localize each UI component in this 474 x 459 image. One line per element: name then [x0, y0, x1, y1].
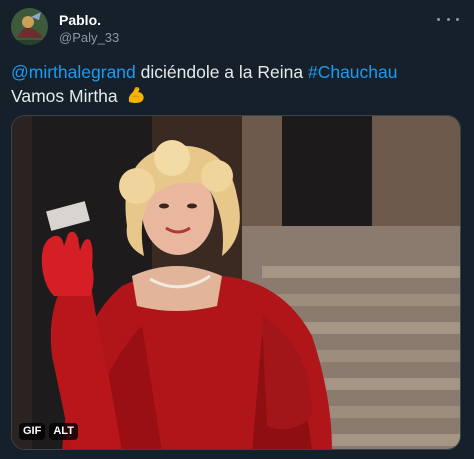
tweet-text: @mirthalegrand diciéndole a la Reina #Ch… — [11, 60, 463, 111]
dot — [446, 17, 450, 21]
flexed-biceps-icon — [126, 85, 146, 111]
tweet-text-line-2: Vamos Mirtha — [11, 84, 463, 111]
tweet-header: Pablo. @Paly_33 — [11, 8, 463, 48]
tweet-text-line-1: @mirthalegrand diciéndole a la Reina #Ch… — [11, 60, 463, 84]
avatar[interactable] — [11, 8, 48, 45]
alt-badge[interactable]: ALT — [49, 423, 78, 440]
author-names: Pablo. @Paly_33 — [59, 11, 119, 47]
tweet-text-body: diciéndole a la Reina — [135, 62, 308, 82]
gif-frame — [12, 116, 460, 449]
mention-link[interactable]: @mirthalegrand — [11, 62, 136, 82]
dot — [456, 17, 459, 21]
tweet-text-line2: Vamos Mirtha — [11, 86, 118, 106]
dot — [437, 17, 440, 21]
hashtag-link[interactable]: #Chauchau — [308, 62, 398, 82]
display-name[interactable]: Pablo. — [59, 11, 119, 29]
avatar-image — [11, 8, 48, 45]
gif-badge: GIF — [19, 423, 46, 440]
tweet-card: Pablo. @Paly_33 @mirthalegrand diciéndol… — [0, 0, 474, 459]
gif-media[interactable] — [11, 115, 461, 450]
user-handle[interactable]: @Paly_33 — [59, 29, 119, 47]
more-options-icon[interactable] — [437, 12, 459, 26]
media-badges: GIF ALT — [19, 423, 78, 440]
